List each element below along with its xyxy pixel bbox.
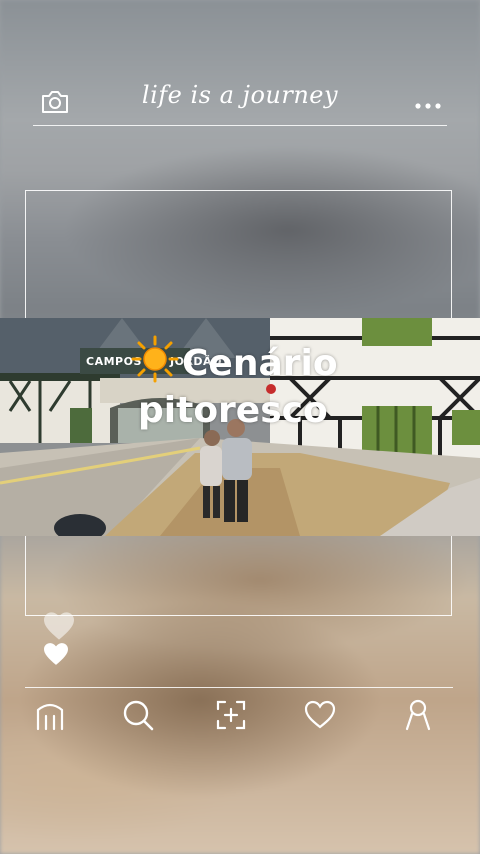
heart-icon[interactable]: [42, 642, 70, 670]
add-post-icon[interactable]: [214, 698, 248, 732]
floating-heart-icon: [42, 611, 76, 645]
more-dots-icon[interactable]: [414, 95, 442, 114]
search-icon[interactable]: [121, 698, 155, 732]
heart-outline-icon[interactable]: [303, 698, 337, 732]
profile-icon[interactable]: [401, 698, 435, 732]
top-bar: life is a journey: [0, 75, 480, 127]
sun-emoji: [131, 335, 179, 387]
header-divider: [33, 125, 447, 126]
caption-line-1: Cenário: [182, 343, 338, 384]
nav-divider: [25, 687, 453, 688]
caption-line-2: pitoresco: [138, 390, 328, 431]
home-icon[interactable]: [33, 698, 67, 732]
app-title: life is a journey: [141, 81, 339, 109]
